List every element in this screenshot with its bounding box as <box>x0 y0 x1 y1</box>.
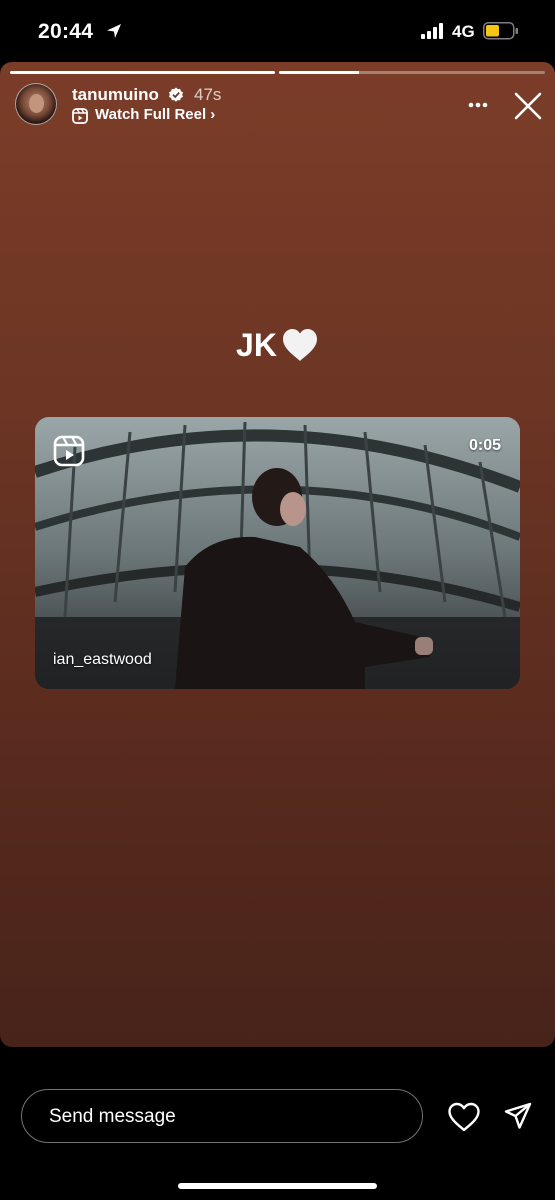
story-progress <box>10 71 545 74</box>
story-viewer[interactable]: tanumuino 47s Watch Full Reel › JK 0:05 … <box>0 62 555 1047</box>
network-type: 4G <box>452 22 475 41</box>
progress-segment <box>279 71 545 74</box>
location-arrow-icon <box>107 24 121 38</box>
progress-segment <box>10 71 275 74</box>
reels-icon <box>72 108 88 124</box>
status-bar: 20:44 4G <box>0 0 555 62</box>
shared-reel-card[interactable]: 0:05 ian_eastwood <box>35 417 520 689</box>
send-icon[interactable] <box>503 1101 533 1131</box>
cellular-signal-icon <box>421 23 443 39</box>
reels-icon <box>53 435 85 467</box>
more-options-icon[interactable] <box>465 90 493 110</box>
white-heart-icon <box>282 329 317 361</box>
story-caption: JK <box>0 327 555 364</box>
avatar[interactable] <box>15 83 57 125</box>
reel-author[interactable]: ian_eastwood <box>53 651 152 669</box>
close-icon[interactable] <box>512 90 544 122</box>
home-indicator[interactable] <box>178 1183 377 1189</box>
story-time-ago: 47s <box>194 85 222 104</box>
reel-duration: 0:05 <box>468 437 501 454</box>
send-message-placeholder: Send message <box>49 1106 176 1127</box>
story-username[interactable]: tanumuino <box>72 85 159 105</box>
reel-thumbnail <box>35 417 520 689</box>
heart-icon[interactable] <box>447 1102 481 1132</box>
chevron-right-icon: › <box>210 106 216 123</box>
status-time: 20:44 <box>38 20 94 43</box>
verified-badge-icon <box>169 87 183 102</box>
watch-full-reel-link[interactable]: Watch Full Reel › <box>95 106 215 123</box>
battery-icon <box>483 22 518 40</box>
send-message-input[interactable]: Send message <box>21 1089 423 1143</box>
caption-text: JK <box>236 327 277 363</box>
watch-full-reel-label: Watch Full Reel <box>95 106 207 123</box>
